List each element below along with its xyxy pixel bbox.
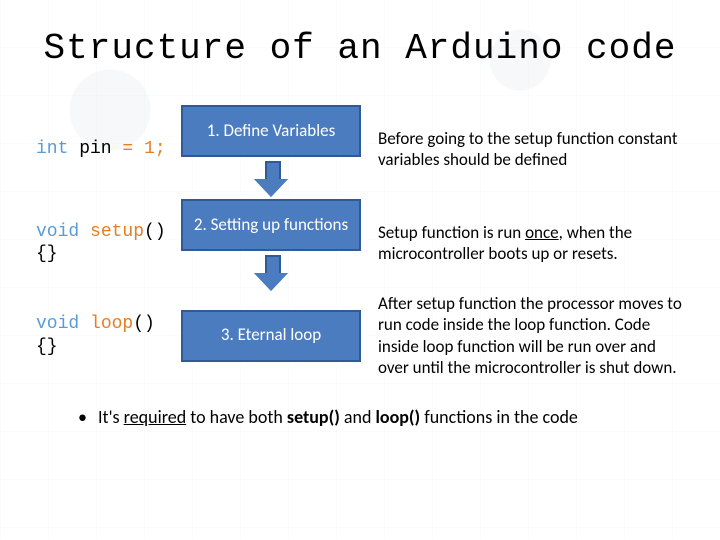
code-snippet-setup: void setup() {} xyxy=(36,221,164,266)
step-desc-setup: Setup function is run once, when the mic… xyxy=(378,222,684,265)
step-box-define-variables: 1. Define Variables xyxy=(181,105,361,157)
diagram-row: int pin = 1; 1. Define Variables Before … xyxy=(36,105,684,193)
step-box-eternal-loop: 3. Eternal loop xyxy=(181,310,361,362)
step-box-setting-up: 2. Setting up functions xyxy=(181,199,361,251)
footnote-bullet: It's required to have both setup() and l… xyxy=(78,406,578,429)
diagram-rows: int pin = 1; 1. Define Variables Before … xyxy=(36,105,684,384)
step-desc-loop: After setup function the processor moves… xyxy=(378,293,684,378)
code-snippet-define: int pin = 1; xyxy=(36,138,164,161)
diagram-row: void setup() {} 2. Setting up functions … xyxy=(36,199,684,287)
code-snippet-loop: void loop() {} xyxy=(36,313,164,358)
step-desc-define: Before going to the setup function const… xyxy=(378,128,684,171)
page-title: Structure of an Arduino code xyxy=(36,28,684,69)
diagram-row: void loop() {} 3. Eternal loop After set… xyxy=(36,293,684,378)
